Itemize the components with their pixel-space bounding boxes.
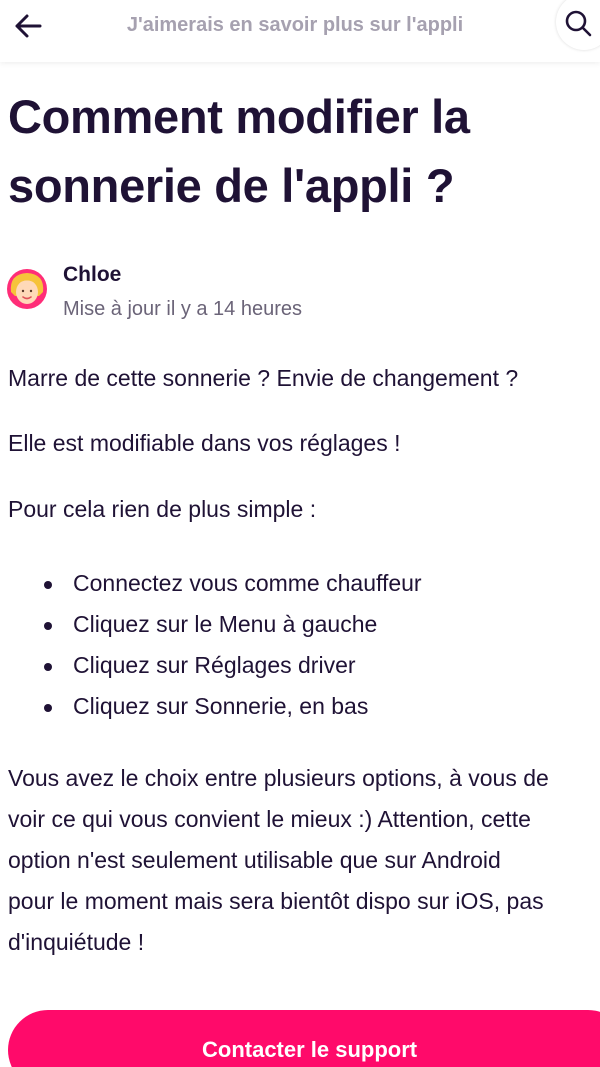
paragraph: Elle est modifiable dans vos réglages ! xyxy=(8,430,401,456)
steps-list: Connectez vous comme chauffeur Cliquez s… xyxy=(8,563,422,727)
header-title: J'aimerais en savoir plus sur l'appli xyxy=(126,14,464,36)
closing-paragraph: Vous avez le choix entre plusieurs optio… xyxy=(8,758,600,963)
paragraph-line: d'inquiétude ! xyxy=(8,929,145,955)
paragraph-line: Vous avez le choix entre plusieurs optio… xyxy=(8,765,549,791)
contact-support-button[interactable]: Contacter le support xyxy=(8,1010,600,1067)
back-button[interactable] xyxy=(8,6,48,46)
author-name: Chloe xyxy=(63,263,122,286)
paragraph: Pour cela rien de plus simple : xyxy=(8,496,317,522)
search-button[interactable] xyxy=(556,0,600,50)
page-title-line: sonnerie de l'appli ? xyxy=(8,159,455,212)
page-title: Comment modifier la sonnerie de l'appli … xyxy=(8,82,588,220)
list-item: Cliquez sur le Menu à gauche xyxy=(8,604,422,645)
avatar xyxy=(7,269,47,309)
updated-timestamp: Mise à jour il y a 14 heures xyxy=(63,298,303,320)
search-icon xyxy=(565,10,592,37)
list-item: Cliquez sur Réglages driver xyxy=(8,645,422,686)
paragraph-line: voir ce qui vous convient le mieux :) At… xyxy=(8,806,531,832)
arrow-left-icon xyxy=(15,14,42,38)
paragraph-line: option n'est seulement utilisable que su… xyxy=(8,847,501,873)
page-title-line: Comment modifier la xyxy=(8,90,470,143)
paragraph: Marre de cette sonnerie ? Envie de chang… xyxy=(8,365,519,391)
paragraph-line: pour le moment mais sera bientôt dispo s… xyxy=(8,888,544,914)
author-block: Chloe Mise à jour il y a 14 heures xyxy=(6,262,506,322)
top-bar: J'aimerais en savoir plus sur l'appli xyxy=(0,0,600,62)
list-item: Connectez vous comme chauffeur xyxy=(8,563,422,604)
list-item: Cliquez sur Sonnerie, en bas xyxy=(8,686,422,727)
